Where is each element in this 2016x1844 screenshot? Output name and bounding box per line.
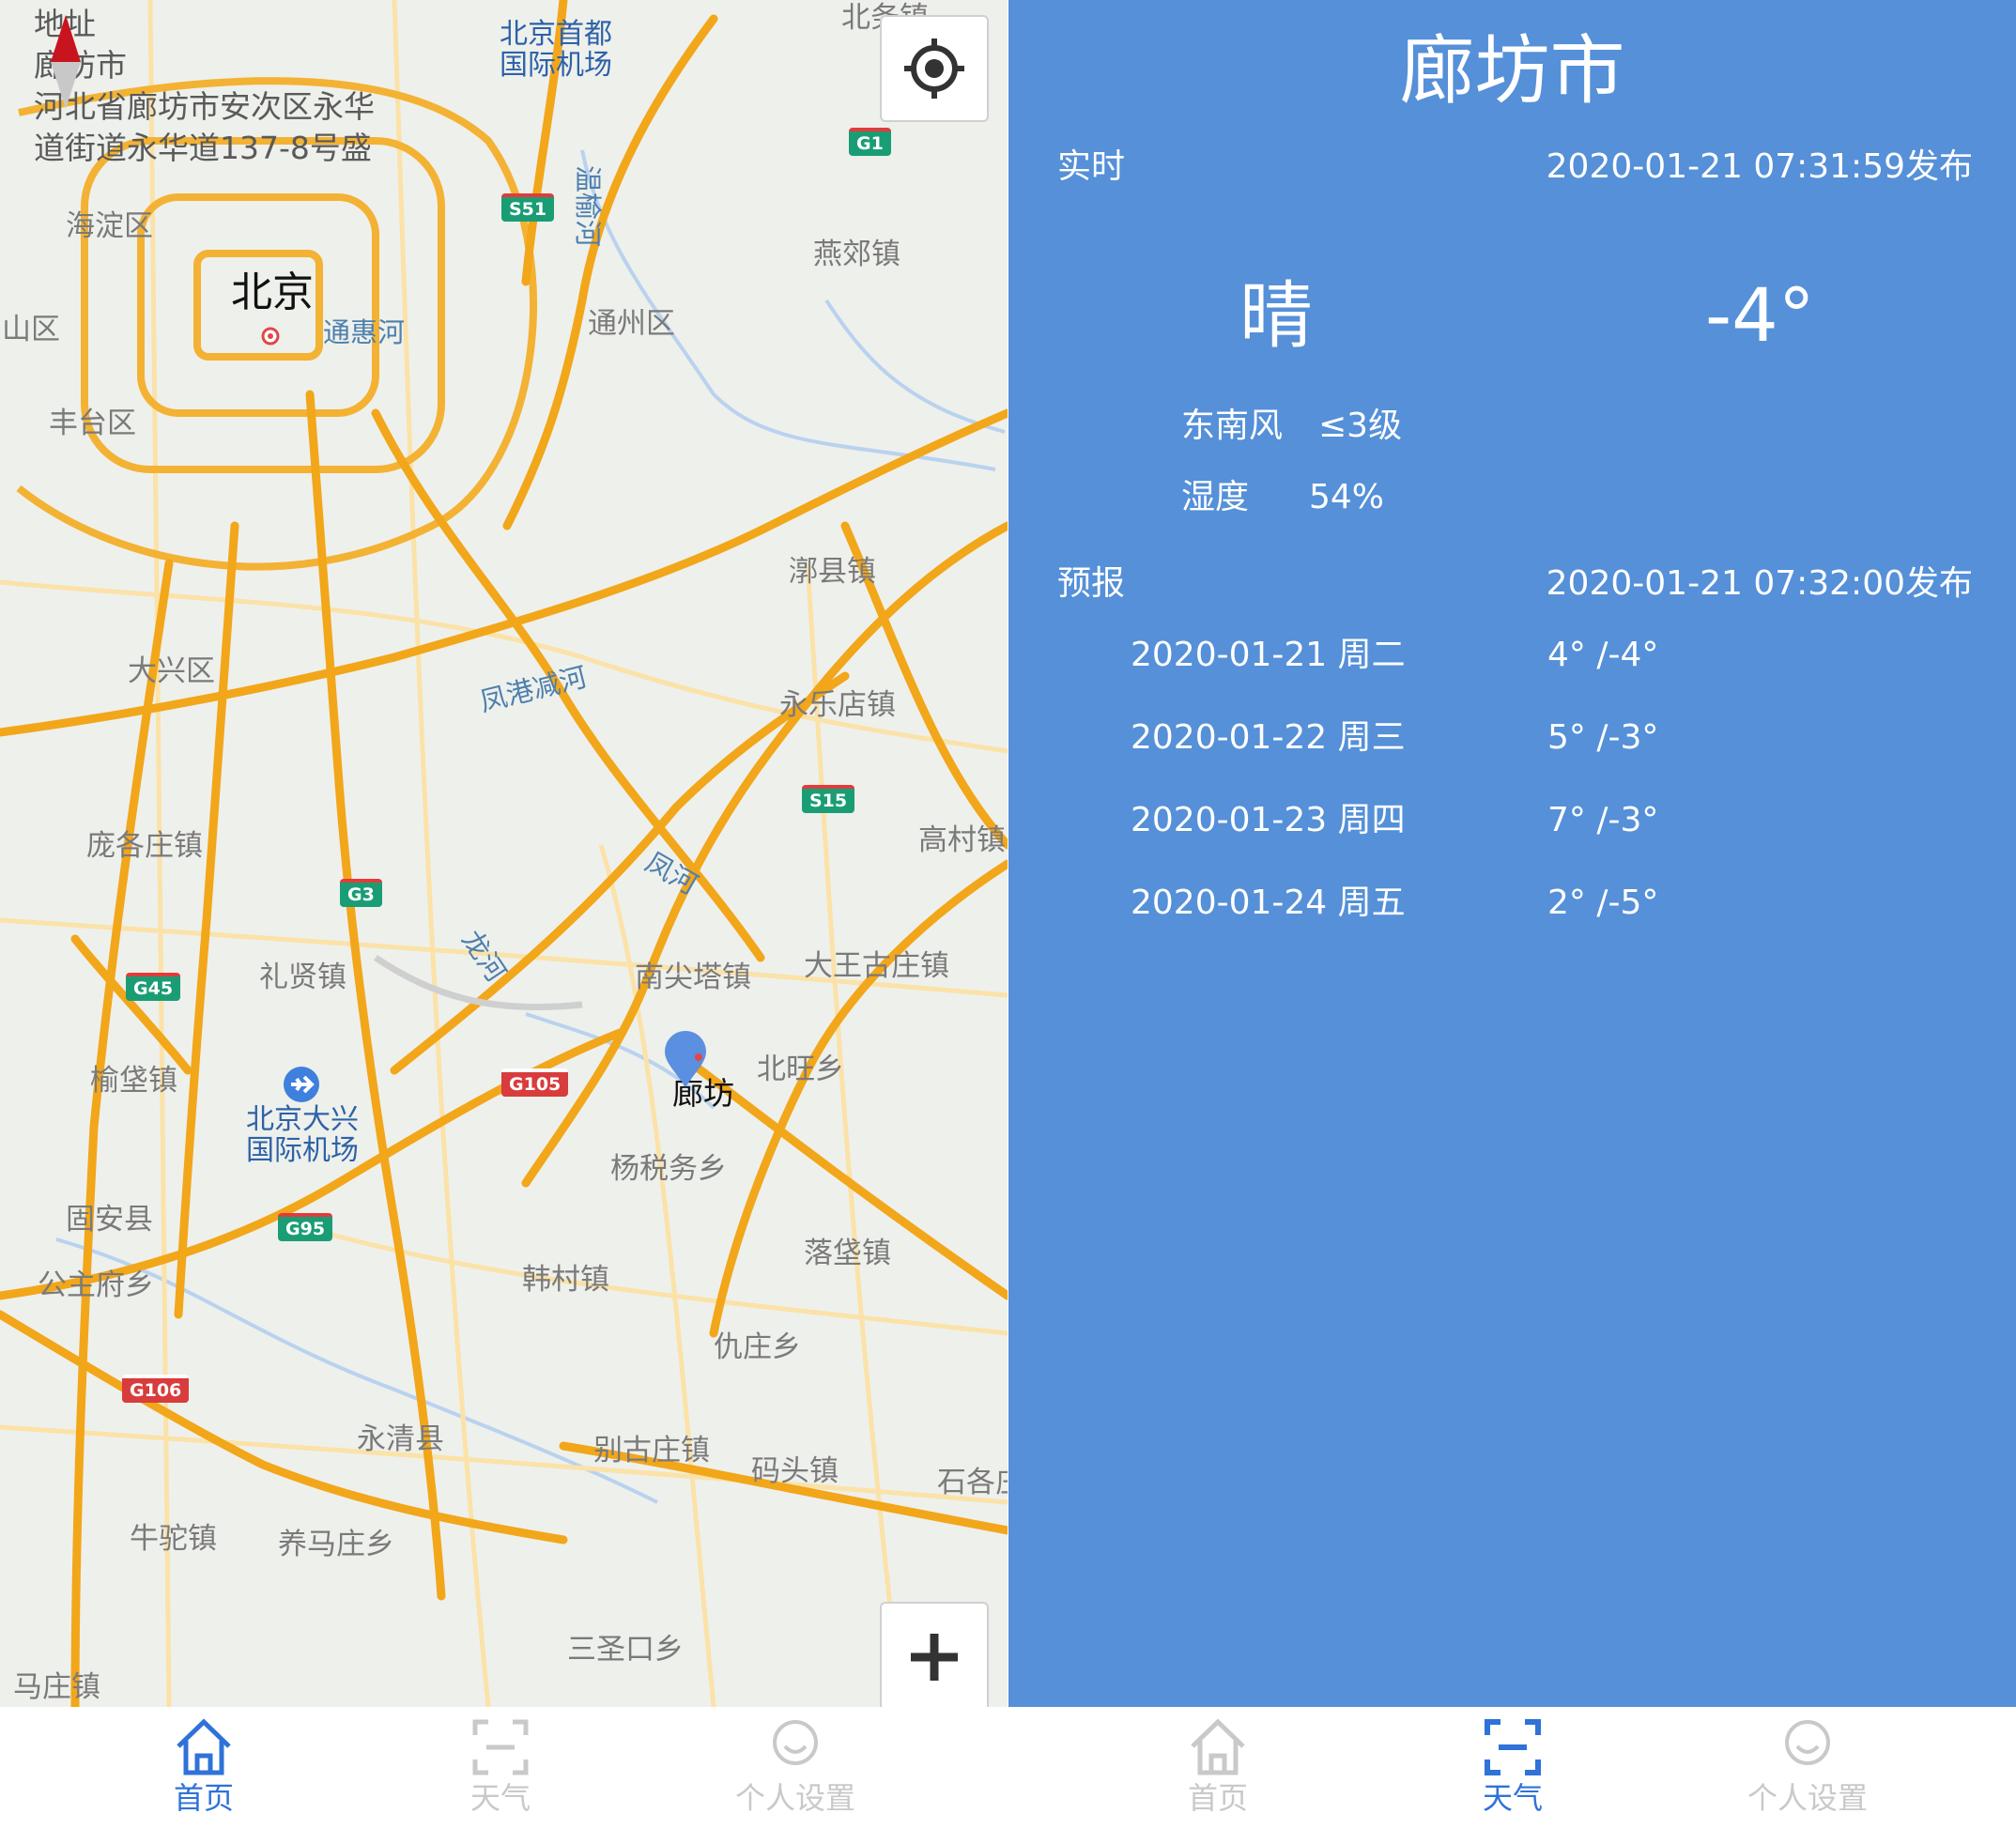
place-dawanggu: 大王古庄镇 [804,949,949,983]
highway-shield: G105 [501,1068,569,1097]
scan-icon [472,1719,529,1775]
highway-shield: G3 [340,879,382,907]
map-screen: 地址 廊坊市 河北省廊坊市安次区永华 道街道永华道137-8号盛 北京 海淀区 … [0,0,1008,1844]
locate-button[interactable] [880,15,989,122]
forecast-date: 2020-01-21 周二 [1131,636,1406,674]
highway-shield: G95 [278,1213,333,1241]
forecast-temp: 7° /-3° [1547,801,1659,839]
highway-shield: G45 [126,973,181,1001]
place-niutuo: 牛驼镇 [130,1522,217,1556]
user-icon [1785,1720,1830,1765]
place-lixian: 礼贤镇 [259,960,346,994]
place-shige: 石各庄 [937,1466,1008,1499]
weather-screen: 廊坊市 实时 2020-01-21 07:31:59发布 晴 -4° 东南风 ≤… [1008,0,2016,1844]
highway-shield: G106 [122,1375,190,1403]
airport-icon [284,1067,319,1102]
highway-shield: S15 [802,785,855,813]
forecast-date: 2020-01-23 周四 [1131,801,1406,839]
river-wenyu: 温榆河 [572,165,604,248]
weather-condition: 晴 [1239,274,1314,359]
place-yangma: 养马庄乡 [278,1528,394,1561]
place-beiwang: 北旺乡 [757,1053,844,1086]
scan-icon [1485,1719,1541,1775]
place-yongledian: 永乐店镇 [779,688,896,722]
place-yongqing: 永清县 [357,1422,444,1456]
compass-icon[interactable] [49,15,83,109]
place-shuxian: 漷县镇 [789,555,876,589]
place-guan: 固安县 [66,1203,153,1237]
map-view[interactable]: 地址 廊坊市 河北省廊坊市安次区永华 道街道永华道137-8号盛 北京 海淀区 … [0,0,1008,1707]
city-title: 廊坊市 [1399,27,1625,115]
place-daxing: 大兴区 [128,654,215,688]
place-mazhuang: 马庄镇 [13,1670,100,1704]
place-matou: 码头镇 [751,1454,839,1488]
address-city: 廊坊市 [34,47,127,84]
place-beijing: 北京 [231,269,314,316]
home-icon [177,1718,231,1775]
place-yanjiao: 燕郊镇 [813,238,900,271]
place-tongzhou: 通州区 [588,307,675,341]
city-dot-icon [261,327,280,346]
airport-daxing: 北京大兴 国际机场 [246,1103,359,1167]
humidity-label: 湿度 [1181,478,1250,516]
nav-settings[interactable]: 个人设置 [716,1714,875,1836]
locate-icon [904,38,964,99]
place-luofa: 落垡镇 [804,1237,891,1270]
place-yudian: 榆垡镇 [90,1064,177,1098]
forecast-temp: 2° /-5° [1547,884,1659,922]
forecast-temp: 5° /-3° [1547,718,1659,757]
plus-icon [911,1634,958,1681]
wind-direction: 东南风 [1181,407,1284,445]
forecast-label: 预报 [1057,564,1126,603]
forecast-temp: 4° /-4° [1547,636,1659,674]
address-label: 地址 [34,4,428,45]
highway-shield: S51 [501,193,555,222]
location-pin-icon[interactable] [663,1031,708,1089]
nav-settings-label: 个人设置 [734,1780,855,1816]
place-haidian: 海淀区 [66,209,153,243]
zoom-in-button[interactable] [880,1602,989,1707]
home-icon [1191,1718,1245,1775]
humidity-value: 54% [1309,478,1385,516]
nav-home[interactable]: 首页 [124,1714,284,1836]
user-icon [773,1720,818,1765]
place-fengtai: 丰台区 [49,407,136,440]
nav-weather[interactable]: 天气 [1433,1714,1593,1836]
nav-home-label: 首页 [1187,1780,1248,1816]
river-tonghui: 通惠河 [323,316,406,348]
forecast-date: 2020-01-22 周三 [1131,718,1406,757]
place-hancun: 韩村镇 [522,1263,609,1297]
place-shijingshan: 山区 [2,313,60,346]
nav-weather[interactable]: 天气 [421,1714,580,1836]
place-panggezhuang: 庞各庄镇 [86,829,203,863]
nav-settings[interactable]: 个人设置 [1728,1714,1887,1836]
bottom-nav: 首页 天气 个人设置 [0,1707,1008,1844]
place-qiuzhuang: 仇庄乡 [714,1330,801,1364]
realtime-publish-time: 2020-01-21 07:31:59发布 [1546,147,1973,186]
bottom-nav: 首页 天气 个人设置 [1008,1707,2016,1844]
place-gaocun: 高村镇 [918,823,1006,857]
current-temperature: -4° [1705,274,1815,359]
forecast-publish-time: 2020-01-21 07:32:00发布 [1546,564,1973,603]
place-yangshuiwu: 杨税务乡 [610,1152,727,1186]
nav-weather-label: 天气 [1482,1780,1543,1816]
place-nanjianta: 南尖塔镇 [635,960,751,994]
place-sanshengkou: 三圣口乡 [567,1633,684,1667]
highway-shield: G1 [849,128,891,156]
address-line-2: 道街道永华道137-8号盛 [34,130,372,166]
realtime-label: 实时 [1057,147,1126,186]
address-line-1: 河北省廊坊市安次区永华 [34,88,375,125]
place-gongzhufu: 公主府乡 [38,1268,154,1302]
address-overlay: 地址 廊坊市 河北省廊坊市安次区永华 道街道永华道137-8号盛 [34,4,428,169]
wind-level: ≤3级 [1318,407,1403,445]
nav-home[interactable]: 首页 [1138,1714,1298,1836]
airport-capital: 北京首都 国际机场 [500,18,612,82]
place-biegu: 别古庄镇 [593,1434,710,1468]
nav-settings-label: 个人设置 [1747,1780,1868,1816]
nav-home-label: 首页 [173,1780,234,1816]
weather-panel: 廊坊市 实时 2020-01-21 07:31:59发布 晴 -4° 东南风 ≤… [1008,0,2016,1707]
nav-weather-label: 天气 [469,1780,531,1816]
forecast-date: 2020-01-24 周五 [1131,884,1406,922]
